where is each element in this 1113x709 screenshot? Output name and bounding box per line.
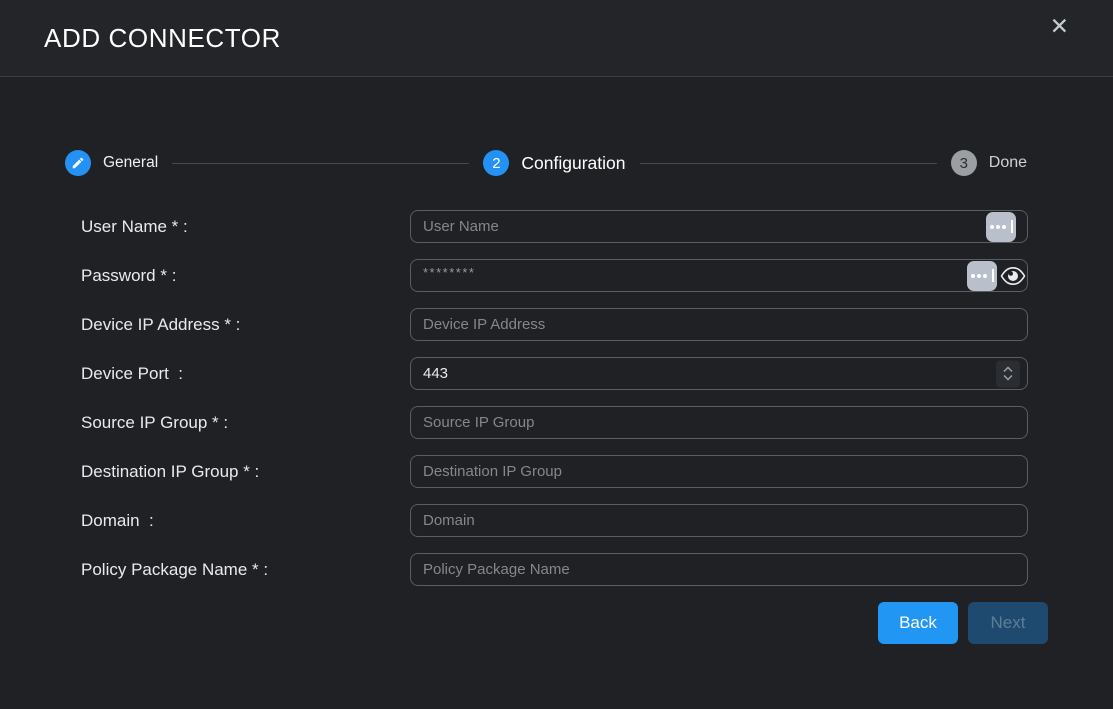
field-wrap: [410, 308, 1028, 341]
field-wrap: [410, 406, 1028, 439]
field-label-policy-package-name: Policy Package Name * :: [81, 560, 410, 580]
step-general: General: [65, 150, 158, 176]
destination-ip-group-input[interactable]: [410, 455, 1028, 488]
autofill-icon[interactable]: [986, 212, 1016, 242]
step-connector: [172, 163, 469, 164]
domain-input[interactable]: [410, 504, 1028, 537]
back-button[interactable]: Back: [878, 602, 958, 644]
form-row: Source IP Group * :: [81, 406, 1113, 439]
page-title: ADD CONNECTOR: [44, 23, 281, 54]
dialog-header: ADD CONNECTOR ✕: [0, 0, 1113, 77]
field-label-device-ip: Device IP Address * :: [81, 315, 410, 335]
ellipsis-cursor-icon: [990, 220, 1013, 233]
policy-package-name-input[interactable]: [410, 553, 1028, 586]
step-circle-done: 3: [951, 150, 977, 176]
field-label-destination-ip-group: Destination IP Group * :: [81, 462, 410, 482]
step-label-general: General: [103, 154, 158, 172]
pencil-icon: [71, 156, 85, 170]
chevron-down-icon: [1003, 375, 1013, 381]
next-button[interactable]: Next: [968, 602, 1048, 644]
step-circle-general: [65, 150, 91, 176]
device-ip-input[interactable]: [410, 308, 1028, 341]
number-spinner[interactable]: [996, 360, 1020, 387]
field-label-password: Password * :: [81, 266, 410, 286]
source-ip-group-input[interactable]: [410, 406, 1028, 439]
field-wrap: [410, 553, 1028, 586]
field-wrap: [410, 455, 1028, 488]
username-input[interactable]: [410, 210, 1028, 243]
field-wrap: [410, 259, 1028, 292]
field-label-domain: Domain :: [81, 511, 410, 531]
field-label-username: User Name * :: [81, 217, 410, 237]
field-wrap: [410, 357, 1028, 390]
step-done: 3 Done: [951, 150, 1027, 176]
form-row: Device Port :: [81, 357, 1113, 390]
field-label-device-port: Device Port :: [81, 364, 410, 384]
form-row: User Name * :: [81, 210, 1113, 243]
autofill-icon[interactable]: [967, 261, 997, 291]
wizard-stepper: General 2 Configuration 3 Done: [65, 150, 1027, 176]
form-row: Device IP Address * :: [81, 308, 1113, 341]
form-row: Password * :: [81, 259, 1113, 292]
configuration-form: User Name * : Password * :: [0, 210, 1113, 586]
step-connector: [640, 163, 937, 164]
step-configuration: 2 Configuration: [483, 150, 625, 176]
field-label-source-ip-group: Source IP Group * :: [81, 413, 410, 433]
form-row: Domain :: [81, 504, 1113, 537]
close-icon[interactable]: ✕: [1050, 15, 1069, 38]
form-row: Policy Package Name * :: [81, 553, 1113, 586]
wizard-footer: Back Next: [0, 602, 1048, 644]
step-label-configuration: Configuration: [521, 153, 625, 174]
chevron-up-icon: [1003, 367, 1013, 373]
password-input[interactable]: [410, 259, 1028, 292]
field-wrap: [410, 504, 1028, 537]
step-label-done: Done: [989, 154, 1027, 172]
ellipsis-cursor-icon: [971, 269, 994, 282]
eye-icon[interactable]: [999, 264, 1027, 288]
field-wrap: [410, 210, 1028, 243]
form-row: Destination IP Group * :: [81, 455, 1113, 488]
device-port-input[interactable]: [410, 357, 1028, 390]
step-circle-configuration: 2: [483, 150, 509, 176]
